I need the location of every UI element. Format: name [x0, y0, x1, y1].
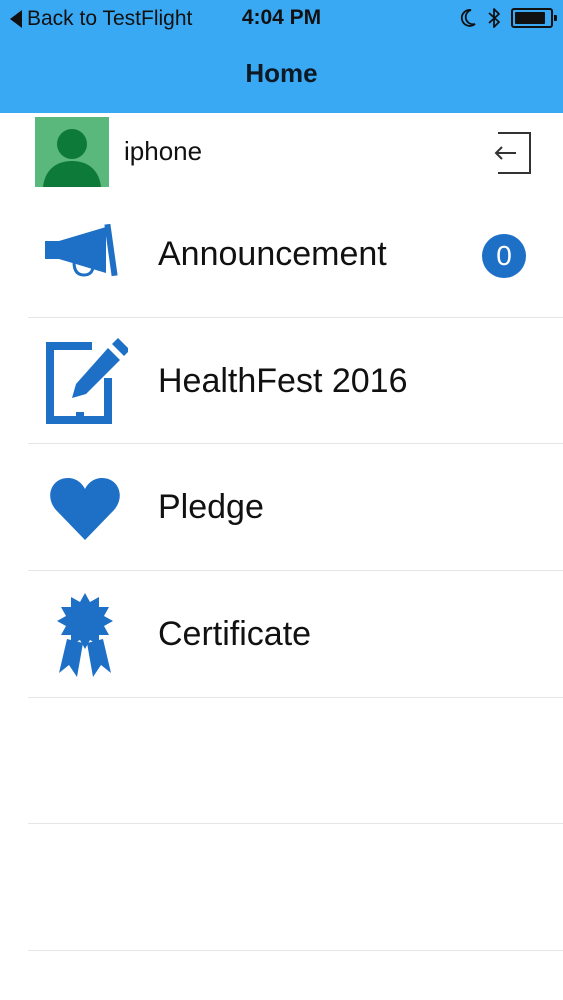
user-silhouette-icon: [43, 129, 101, 187]
user-name: iphone: [124, 136, 203, 166]
logout-icon: [494, 132, 531, 174]
menu-item-label: Pledge: [158, 488, 264, 526]
moon-icon: [460, 9, 476, 27]
megaphone-icon: [40, 207, 130, 297]
menu-item-label: HealthFest 2016: [158, 362, 408, 400]
heart-icon: [40, 464, 130, 554]
tablet-pencil-icon: [40, 336, 130, 426]
menu-item-announcement[interactable]: Announcement 0: [0, 191, 563, 318]
menu-item-pledge[interactable]: Pledge: [0, 444, 563, 571]
award-ribbon-icon: [40, 589, 130, 679]
divider: [28, 950, 563, 951]
avatar: [35, 117, 109, 187]
menu-item-label: Certificate: [158, 615, 312, 653]
bluetooth-icon: [488, 8, 500, 28]
logout-button[interactable]: [488, 127, 536, 179]
divider: [28, 697, 563, 698]
page-title: Home: [245, 58, 318, 88]
status-bar: Back to TestFlight 4:04 PM: [0, 0, 563, 36]
battery-icon: [511, 8, 557, 28]
user-profile-row: iphone: [0, 113, 563, 191]
announcement-count-badge: 0: [482, 234, 526, 278]
menu-item-healthfest-2016[interactable]: HealthFest 2016: [0, 318, 563, 445]
navigation-header: Back to TestFlight 4:04 PM Home: [0, 0, 563, 113]
divider: [28, 823, 563, 824]
menu-item-certificate[interactable]: Certificate: [0, 571, 563, 698]
menu-item-label: Announcement: [158, 235, 387, 273]
status-icons: [459, 7, 557, 29]
